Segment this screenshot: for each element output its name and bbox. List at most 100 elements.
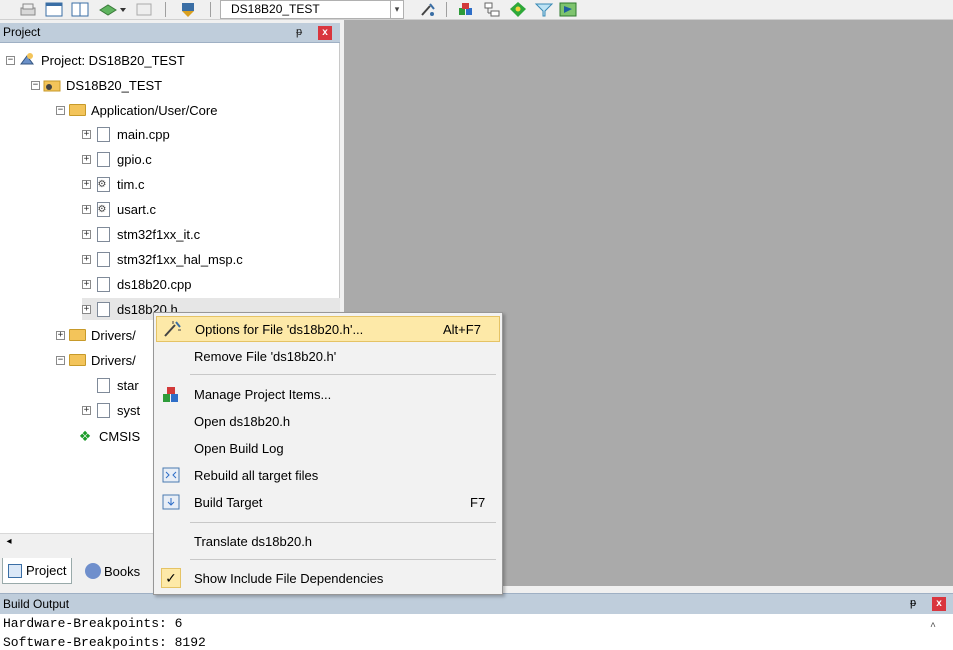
download-icon[interactable] [178,1,198,18]
project-tab-icon [8,563,22,578]
tree-file-item[interactable]: + gpio.c [82,148,152,170]
file-options-icon [94,176,112,192]
expand-icon[interactable]: + [82,304,91,314]
expand-icon[interactable]: + [82,129,91,139]
build-output-title: Build Output [3,597,70,611]
dropdown-arrow-icon[interactable] [118,1,128,18]
tab-project[interactable]: Project [2,558,73,584]
menu-item-open-build-log[interactable]: Open Build Log [156,435,500,461]
rebuild-icon [160,464,182,486]
expand-icon[interactable]: + [82,279,91,289]
tree-node-cmsis[interactable]: ❖ CMSIS [76,425,140,447]
collapse-icon[interactable]: − [56,355,65,365]
menu-shortcut: F7 [470,494,486,510]
tree-node-label: gpio.c [117,151,152,167]
chevron-down-icon[interactable]: ▾ [390,0,404,19]
tree-node-project[interactable]: − Project: DS18B20_TEST [6,49,185,71]
collapse-icon[interactable]: − [6,55,15,65]
tree-node-label: stm32f1xx_hal_msp.c [117,251,243,267]
file-icon [94,251,112,267]
menu-separator [190,522,496,523]
tree-file-item[interactable]: + syst [82,399,140,421]
build-icon [160,491,182,513]
collapse-icon[interactable]: − [56,105,65,115]
tree-node-label: stm32f1xx_it.c [117,226,201,242]
menu-separator [190,559,496,560]
tree-node-group-drivers[interactable]: − Drivers/ [56,349,136,371]
target-options-icon[interactable] [418,1,438,18]
expand-icon[interactable]: + [82,254,91,264]
menu-item-translate[interactable]: Translate ds18b20.h [156,528,500,554]
menu-separator [190,374,496,375]
tree-node-label: star [117,377,139,393]
tree-icon[interactable] [482,1,502,18]
target-select[interactable]: DS18B20_TEST [220,0,400,19]
window-split-icon[interactable] [70,1,90,18]
tree-node-group-core[interactable]: − Application/User/Core [56,99,217,121]
scroll-left-icon[interactable]: ◂ [2,535,16,549]
disabled-tool-icon [134,1,154,18]
manage-components-icon [160,383,182,405]
tree-node-label: ds18b20.cpp [117,276,192,292]
menu-shortcut: Alt+F7 [443,321,481,337]
tree-node-group-drivers[interactable]: + Drivers/ [56,324,136,346]
folder-icon [68,327,86,343]
tab-label: Books [104,563,141,579]
close-icon[interactable]: x [932,597,946,611]
pin-icon[interactable]: ᵽ [910,597,916,609]
expand-icon[interactable]: + [82,204,91,214]
menu-item-remove-file[interactable]: Remove File 'ds18b20.h' [156,343,500,369]
tree-node-target[interactable]: − DS18B20_TEST [31,74,162,96]
file-icon [94,301,112,317]
tree-file-item[interactable]: + usart.c [82,198,156,220]
menu-item-manage-project-items[interactable]: Manage Project Items... [156,381,500,407]
file-icon [94,226,112,242]
menu-item-build-target[interactable]: Build Target F7 [156,489,500,515]
tree-file-item[interactable]: star [82,374,139,396]
expand-icon[interactable]: + [82,179,91,189]
scroll-up-icon[interactable]: ^ [930,622,936,633]
collapse-icon[interactable]: − [31,80,40,90]
menu-item-options-for-file[interactable]: Options for File 'ds18b20.h'... Alt+F7 [156,316,500,342]
tree-file-item[interactable]: + main.cpp [82,123,170,145]
window-icon[interactable] [44,1,64,18]
toolbar-separator [210,2,211,17]
tab-books[interactable]: Books [80,558,145,584]
checkmark-icon: ✓ [160,567,182,589]
expand-icon[interactable]: + [82,405,91,415]
options-wand-icon [161,318,183,340]
pin-icon[interactable]: ᵽ [296,26,302,38]
menu-item-show-include-deps[interactable]: ✓ Show Include File Dependencies [156,565,500,591]
menu-item-open-file[interactable]: Open ds18b20.h [156,408,500,434]
expand-icon[interactable]: + [82,154,91,164]
stack-icon[interactable] [98,1,118,18]
filter-icon[interactable] [534,1,554,18]
project-panel-title: Project [3,25,41,39]
tree-file-item[interactable]: + ds18b20.cpp [82,273,191,295]
pack-installer-icon[interactable] [508,1,528,18]
build-output-line: Software-Breakpoints: 8192 [3,635,206,650]
menu-label: Open Build Log [194,440,284,456]
tree-file-item[interactable]: + stm32f1xx_it.c [82,223,200,245]
menu-item-rebuild-all[interactable]: Rebuild all target files [156,462,500,488]
tree-node-label: CMSIS [99,428,141,444]
tree-node-label: main.cpp [117,126,170,142]
menu-label: Build Target [194,494,263,510]
build-output-line: Hardware-Breakpoints: 6 [3,616,183,631]
menu-label: Open ds18b20.h [194,413,291,429]
expand-icon[interactable]: + [56,330,65,340]
file-icon [94,126,112,142]
manage-components-icon[interactable] [456,1,476,18]
close-icon[interactable]: x [318,26,332,40]
target-folder-icon [43,77,61,93]
tree-file-item[interactable]: + tim.c [82,173,144,195]
tree-node-label: Drivers/ [91,327,136,343]
folder-open-icon [68,102,86,118]
layers-icon[interactable] [18,1,38,18]
run-environment-icon[interactable] [558,1,578,18]
expand-icon[interactable]: + [82,229,91,239]
build-output-header: Build Output ᵽ x [0,593,953,614]
tree-file-item[interactable]: + stm32f1xx_hal_msp.c [82,248,243,270]
context-menu: Options for File 'ds18b20.h'... Alt+F7 R… [153,312,503,595]
project-icon [18,52,36,68]
